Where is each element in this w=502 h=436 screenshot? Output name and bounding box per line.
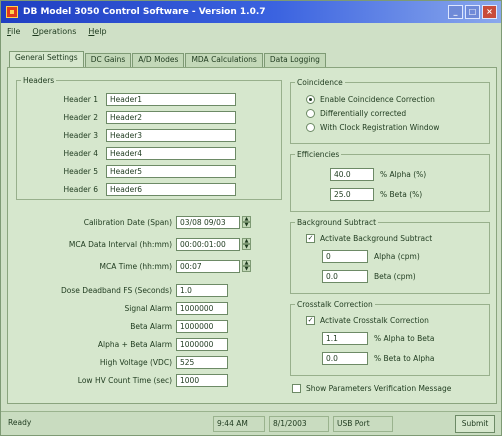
crosstalk-correction-checkbox-label[interactable]: Activate Crosstalk Correction [320, 316, 429, 325]
mca-time-input[interactable]: 00:07 [176, 260, 240, 273]
mca-data-interval-input[interactable]: 00:00:01:00 [176, 238, 240, 251]
tab-general-settings[interactable]: General Settings [9, 51, 84, 67]
coincidence-option-3-label[interactable]: With Clock Registration Window [320, 123, 439, 132]
status-port: USB Port [333, 416, 393, 432]
app-icon [6, 6, 18, 18]
efficiencies-group: Efficiencies [290, 150, 490, 212]
high-voltage-input[interactable]: 525 [176, 356, 228, 369]
minimize-button[interactable]: _ [448, 5, 463, 19]
crosstalk-alpha-to-beta-input[interactable]: 1.1 [322, 332, 368, 345]
crosstalk-correction-checkbox[interactable]: ✓ [306, 316, 315, 325]
beta-alarm-input[interactable]: 1000000 [176, 320, 228, 333]
menu-operations[interactable]: Operations [32, 27, 76, 36]
header-2-label: Header 2 [63, 113, 98, 122]
window-controls: _ □ × [448, 5, 497, 19]
high-voltage-label: High Voltage (VDC) [99, 358, 172, 367]
menu-help[interactable]: Help [88, 27, 106, 36]
tab-data-logging[interactable]: Data Logging [263, 53, 326, 67]
header-5-label: Header 5 [63, 167, 98, 176]
alpha-beta-alarm-input[interactable]: 1000000 [176, 338, 228, 351]
verification-message-checkbox[interactable] [292, 384, 301, 393]
mca-data-interval-spinner[interactable]: ▲ ▼ [242, 238, 251, 251]
crosstalk-alpha-to-beta-unit: % Alpha to Beta [374, 334, 435, 343]
mca-time-label: MCA Time (hh:mm) [99, 262, 172, 271]
header-6-input[interactable]: Header6 [106, 183, 236, 196]
background-beta-input[interactable]: 0.0 [322, 270, 368, 283]
status-text: Ready [8, 418, 32, 427]
status-date: 8/1/2003 [269, 416, 329, 432]
background-alpha-input[interactable]: 0 [322, 250, 368, 263]
header-3-label: Header 3 [63, 131, 98, 140]
spin-down-icon[interactable]: ▼ [242, 244, 251, 250]
header-1-label: Header 1 [63, 95, 98, 104]
app-window: DB Model 3050 Control Software - Version… [0, 0, 502, 436]
calibration-date-input[interactable]: 03/08 09/03 [176, 216, 240, 229]
close-button[interactable]: × [482, 5, 497, 19]
status-bar: Ready 9:44 AM 8/1/2003 USB Port Submit [1, 411, 501, 435]
mca-time-spinner[interactable]: ▲ ▼ [242, 260, 251, 273]
coincidence-option-1-radio[interactable] [306, 95, 315, 104]
dose-deadband-label: Dose Deadband FS (Seconds) [61, 286, 172, 295]
tab-strip: General Settings DC Gains A/D Modes MDA … [9, 51, 327, 67]
window-title: DB Model 3050 Control Software - Version… [23, 7, 266, 17]
menu-file[interactable]: File [7, 27, 20, 36]
header-4-input[interactable]: Header4 [106, 147, 236, 160]
alpha-efficiency-unit: % Alpha (%) [380, 170, 427, 179]
background-subtract-group-label: Background Subtract [297, 218, 377, 227]
signal-alarm-label: Signal Alarm [124, 304, 173, 313]
title-bar[interactable]: DB Model 3050 Control Software - Version… [1, 1, 501, 23]
tab-mda-calculations[interactable]: MDA Calculations [185, 53, 263, 67]
header-1-input[interactable]: Header1 [106, 93, 236, 106]
background-alpha-unit: Alpha (cpm) [374, 252, 420, 261]
spin-down-icon[interactable]: ▼ [242, 266, 251, 272]
header-4-label: Header 4 [63, 149, 98, 158]
header-5-input[interactable]: Header5 [106, 165, 236, 178]
calibration-date-spinner[interactable]: ▲ ▼ [242, 216, 251, 229]
verification-message-label[interactable]: Show Parameters Verification Message [306, 384, 451, 393]
mca-data-interval-label: MCA Data Interval (hh:mm) [68, 240, 172, 249]
header-2-input[interactable]: Header2 [106, 111, 236, 124]
efficiencies-group-label: Efficiencies [297, 150, 340, 159]
crosstalk-beta-to-alpha-unit: % Beta to Alpha [374, 354, 435, 363]
header-3-input[interactable]: Header3 [106, 129, 236, 142]
beta-efficiency-unit: % Beta (%) [380, 190, 423, 199]
maximize-button[interactable]: □ [465, 5, 480, 19]
signal-alarm-input[interactable]: 1000000 [176, 302, 228, 315]
calibration-date-label: Calibration Date (Span) [83, 218, 172, 227]
low-hv-count-time-label: Low HV Count Time (sec) [77, 376, 172, 385]
crosstalk-beta-to-alpha-input[interactable]: 0.0 [322, 352, 368, 365]
submit-button[interactable]: Submit [455, 415, 495, 433]
menu-bar: File Operations Help [1, 24, 501, 38]
dose-deadband-input[interactable]: 1.0 [176, 284, 228, 297]
coincidence-option-2-label[interactable]: Differentially corrected [320, 109, 406, 118]
background-beta-unit: Beta (cpm) [374, 272, 416, 281]
alpha-efficiency-input[interactable]: 40.0 [330, 168, 374, 181]
coincidence-option-3-radio[interactable] [306, 123, 315, 132]
header-6-label: Header 6 [63, 185, 98, 194]
headers-group-label: Headers [23, 76, 55, 85]
beta-efficiency-input[interactable]: 25.0 [330, 188, 374, 201]
coincidence-group-label: Coincidence [297, 78, 343, 87]
low-hv-count-time-input[interactable]: 1000 [176, 374, 228, 387]
alpha-beta-alarm-label: Alpha + Beta Alarm [97, 340, 172, 349]
coincidence-option-1-label[interactable]: Enable Coincidence Correction [320, 95, 435, 104]
crosstalk-correction-group-label: Crosstalk Correction [297, 300, 373, 309]
coincidence-option-2-radio[interactable] [306, 109, 315, 118]
tab-ad-modes[interactable]: A/D Modes [132, 53, 185, 67]
background-subtract-checkbox[interactable]: ✓ [306, 234, 315, 243]
general-settings-panel: Headers Header 1 Header1 Header 2 Header… [7, 67, 497, 404]
spin-down-icon[interactable]: ▼ [242, 222, 251, 228]
beta-alarm-label: Beta Alarm [130, 322, 172, 331]
background-subtract-checkbox-label[interactable]: Activate Background Subtract [320, 234, 432, 243]
status-time: 9:44 AM [213, 416, 265, 432]
tab-dc-gains[interactable]: DC Gains [84, 53, 132, 67]
